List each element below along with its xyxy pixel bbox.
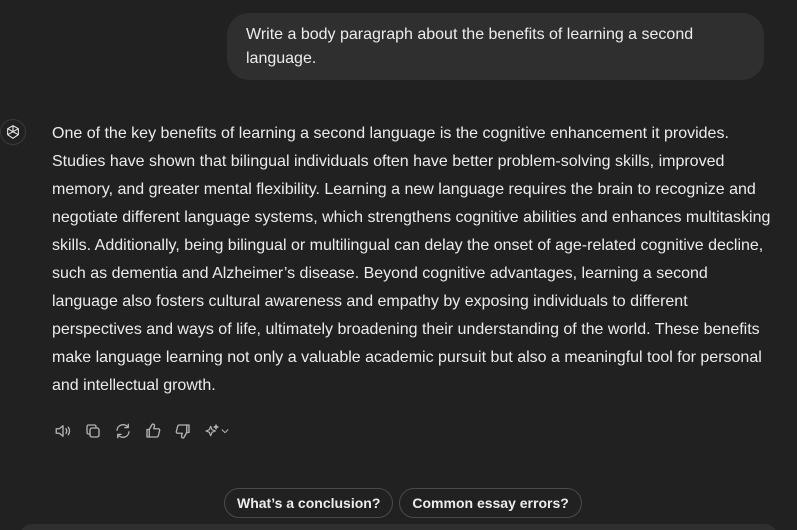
read-aloud-icon <box>54 422 72 440</box>
thumbs-up-button[interactable] <box>142 420 164 442</box>
openai-logo-icon <box>0 119 26 145</box>
switch-model-button[interactable] <box>202 420 232 442</box>
suggestion-chip-essay-errors[interactable]: Common essay errors? <box>399 488 582 518</box>
thumbs-up-icon <box>144 422 162 440</box>
thumbs-down-icon <box>174 422 192 440</box>
message-composer[interactable] <box>20 524 777 530</box>
user-message-bubble: Write a body paragraph about the benefit… <box>227 13 764 80</box>
thumbs-down-button[interactable] <box>172 420 194 442</box>
regenerate-button[interactable] <box>112 420 134 442</box>
chat-page: Write a body paragraph about the benefit… <box>0 0 797 530</box>
chevron-down-icon <box>220 426 230 436</box>
regenerate-icon <box>114 422 132 440</box>
assistant-message-text: One of the key benefits of learning a se… <box>52 125 771 394</box>
copy-button[interactable] <box>82 420 104 442</box>
copy-icon <box>84 422 102 440</box>
read-aloud-button[interactable] <box>52 420 74 442</box>
user-message-text: Write a body paragraph about the benefit… <box>246 26 694 67</box>
sparkle-model-icon <box>204 423 220 439</box>
message-action-bar <box>52 420 240 442</box>
suggestion-chips: What’s a conclusion? Common essay errors… <box>224 488 582 518</box>
suggestion-chip-conclusion[interactable]: What’s a conclusion? <box>224 488 394 518</box>
